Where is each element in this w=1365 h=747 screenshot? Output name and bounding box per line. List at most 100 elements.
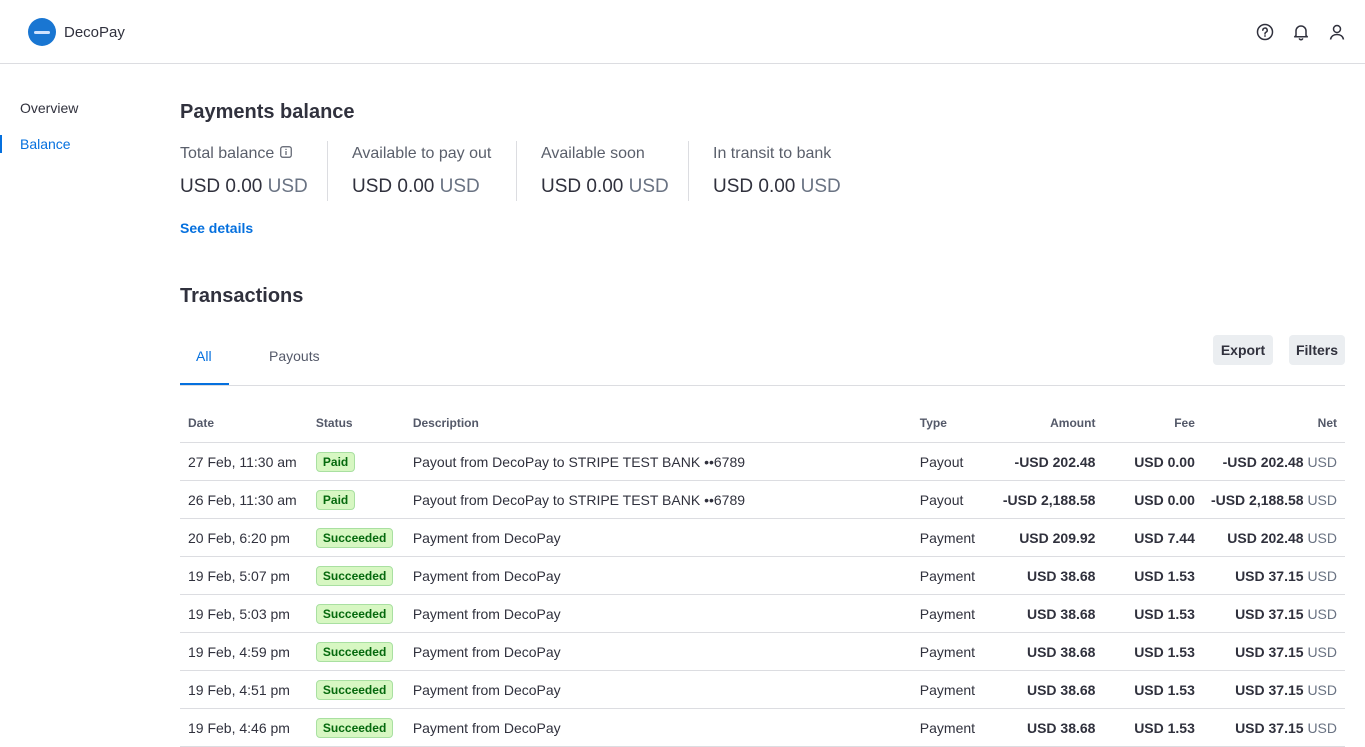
cell-type: Payment	[911, 556, 992, 595]
net-value: USD 37.15	[1235, 567, 1304, 584]
cell-description: Payment from DecoPay	[404, 518, 912, 557]
top-bar: DecoPay	[0, 0, 1365, 64]
total-balance-currency: USD	[267, 176, 308, 197]
cell-date: 19 Feb, 5:07 pm	[180, 556, 308, 595]
bell-icon[interactable]	[1289, 20, 1313, 44]
net-currency: USD	[1307, 681, 1337, 698]
divider	[516, 141, 517, 201]
sidebar-item-balance[interactable]: Balance	[20, 136, 71, 152]
status-badge: Succeeded	[315, 717, 394, 738]
available-to-pay-out-currency: USD	[439, 176, 480, 197]
net-value: USD 37.15	[1235, 719, 1304, 736]
table-row[interactable]: 19 Feb, 5:07 pm Succeeded Payment from Dec…	[180, 556, 1345, 595]
user-icon[interactable]	[1325, 20, 1349, 44]
filters-button[interactable]: Filters	[1289, 335, 1345, 365]
cell-date: 26 Feb, 11:30 am	[180, 480, 308, 519]
tab-all[interactable]: All	[196, 348, 212, 364]
cell-amount: USD 38.68	[991, 708, 1104, 747]
table-row[interactable]: 19 Feb, 4:51 pm Succeeded Payment from Dec…	[180, 670, 1345, 709]
cell-net: USD 37.15 USD	[1202, 594, 1345, 633]
divider	[327, 141, 328, 201]
cell-date: 20 Feb, 6:20 pm	[180, 518, 308, 557]
transactions-table: Date Status Description Type Amount Fee …	[180, 404, 1345, 747]
help-icon[interactable]	[1253, 20, 1277, 44]
in-transit-to-bank-currency: USD	[800, 176, 841, 197]
column-header-net[interactable]: Net	[1202, 404, 1345, 443]
cell-type: Payment	[911, 670, 992, 709]
cell-type: Payout	[911, 442, 992, 481]
table-row[interactable]: 19 Feb, 5:03 pm Succeeded Payment from Dec…	[180, 594, 1345, 633]
tab-payouts[interactable]: Payouts	[269, 348, 320, 364]
cell-type: Payment	[911, 594, 992, 633]
tabs-divider	[180, 385, 1345, 386]
column-header-fee[interactable]: Fee	[1103, 404, 1203, 443]
cell-net: USD 202.48 USD	[1202, 518, 1345, 557]
see-details-link[interactable]: See details	[180, 220, 253, 236]
table-row[interactable]: 27 Feb, 11:30 am Paid Payout from DecoPay …	[180, 442, 1345, 481]
total-balance-label: Total balance	[180, 145, 275, 162]
in-transit-to-bank: In transit to bank USD 0.00 USD	[713, 140, 841, 200]
available-to-pay-out-label: Available to pay out	[352, 145, 492, 162]
cell-date: 19 Feb, 4:51 pm	[180, 670, 308, 709]
status-badge: Succeeded	[315, 565, 394, 586]
cell-date: 27 Feb, 11:30 am	[180, 442, 308, 481]
status-badge: Succeeded	[315, 603, 394, 624]
cell-net: USD 37.15 USD	[1202, 708, 1345, 747]
table-row[interactable]: 19 Feb, 4:46 pm Succeeded Payment from Dec…	[180, 708, 1345, 747]
transactions-title: Transactions	[180, 285, 304, 307]
net-value: -USD 2,188.58	[1210, 491, 1304, 508]
cell-date: 19 Feb, 5:03 pm	[180, 594, 308, 633]
cell-amount: -USD 202.48	[991, 442, 1104, 481]
cell-fee: USD 1.53	[1103, 632, 1203, 671]
table-row[interactable]: 20 Feb, 6:20 pm Succeeded Payment from Dec…	[180, 518, 1345, 557]
export-button[interactable]: Export	[1213, 335, 1273, 365]
cell-amount: USD 38.68	[991, 632, 1104, 671]
total-balance: Total balance USD 0.00 USD	[180, 140, 308, 200]
net-currency: USD	[1307, 719, 1337, 736]
info-icon[interactable]	[280, 145, 293, 163]
sidebar-item-overview[interactable]: Overview	[20, 100, 78, 116]
net-value: USD 37.15	[1235, 681, 1304, 698]
payments-balance-title: Payments balance	[180, 101, 355, 123]
column-header-date[interactable]: Date	[180, 404, 308, 443]
cell-description: Payout from DecoPay to STRIPE TEST BANK …	[404, 442, 912, 481]
available-soon: Available soon USD 0.00 USD	[541, 140, 669, 200]
status-badge: Succeeded	[315, 527, 394, 548]
active-tab-indicator	[180, 383, 229, 385]
cell-date: 19 Feb, 4:46 pm	[180, 708, 308, 747]
column-header-description[interactable]: Description	[404, 404, 912, 443]
cell-net: -USD 2,188.58 USD	[1202, 480, 1345, 519]
status-badge: Succeeded	[315, 679, 394, 700]
column-header-amount[interactable]: Amount	[991, 404, 1104, 443]
table-header-row: Date Status Description Type Amount Fee …	[180, 404, 1345, 443]
net-value: USD 37.15	[1235, 605, 1304, 622]
cell-fee: USD 1.53	[1103, 670, 1203, 709]
net-currency: USD	[1307, 529, 1337, 546]
cell-status: Succeeded	[307, 670, 405, 709]
decopay-logo[interactable]	[28, 18, 56, 46]
total-balance-value: USD 0.00	[180, 176, 263, 197]
cell-description: Payment from DecoPay	[404, 594, 912, 633]
cell-net: USD 37.15 USD	[1202, 632, 1345, 671]
column-header-status[interactable]: Status	[307, 404, 405, 443]
cell-fee: USD 1.53	[1103, 556, 1203, 595]
cell-status: Succeeded	[307, 594, 405, 633]
net-value: USD 37.15	[1235, 643, 1304, 660]
cell-status: Paid	[307, 480, 405, 519]
table-row[interactable]: 19 Feb, 4:59 pm Succeeded Payment from Dec…	[180, 632, 1345, 671]
net-currency: USD	[1307, 491, 1337, 508]
cell-fee: USD 0.00	[1103, 442, 1203, 481]
cell-description: Payment from DecoPay	[404, 670, 912, 709]
cell-net: -USD 202.48 USD	[1202, 442, 1345, 481]
cell-description: Payment from DecoPay	[404, 556, 912, 595]
column-header-type[interactable]: Type	[911, 404, 992, 443]
cell-type: Payment	[911, 632, 992, 671]
status-badge: Paid	[315, 451, 356, 472]
brand-name[interactable]: DecoPay	[64, 24, 125, 41]
logo-mark	[34, 30, 50, 34]
cell-type: Payment	[911, 708, 992, 747]
cell-status: Succeeded	[307, 708, 405, 747]
table-row[interactable]: 26 Feb, 11:30 am Paid Payout from DecoPay …	[180, 480, 1345, 519]
cell-status: Succeeded	[307, 632, 405, 671]
cell-net: USD 37.15 USD	[1202, 670, 1345, 709]
